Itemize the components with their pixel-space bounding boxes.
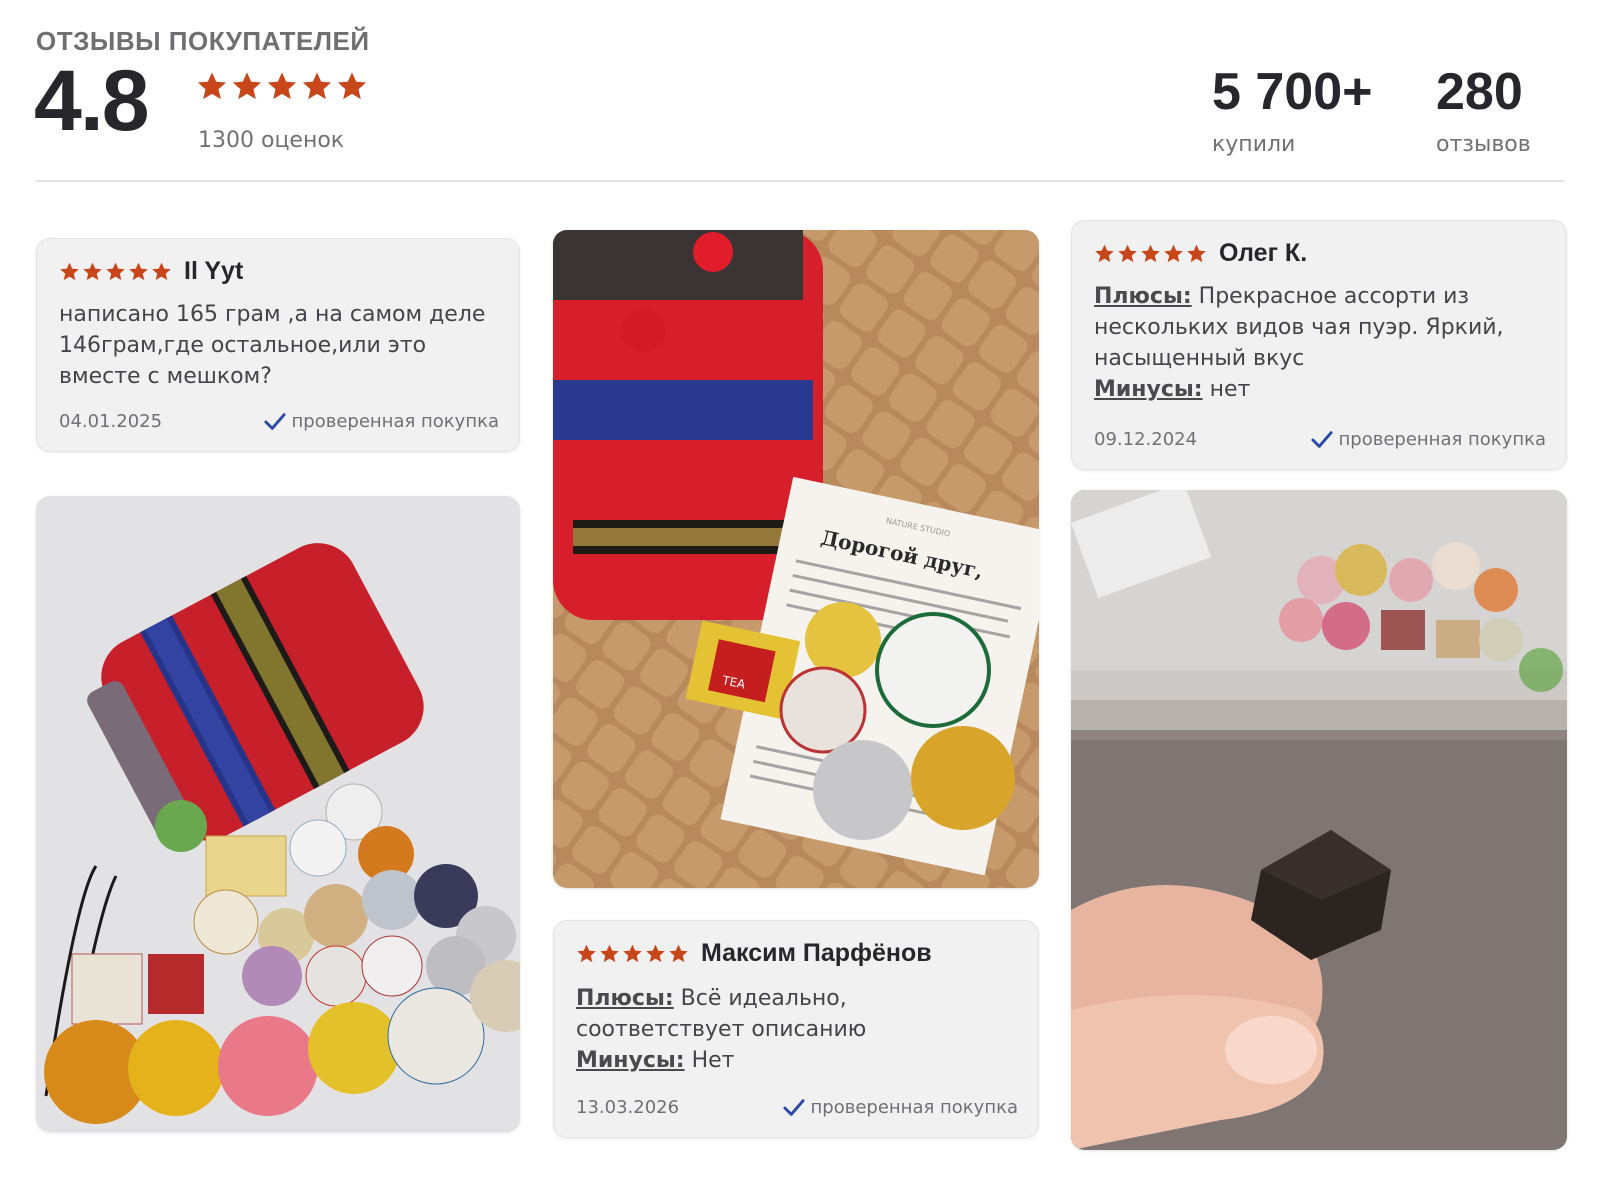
star-icon: [1186, 243, 1207, 264]
review-author: Максим Парфёнов: [701, 939, 932, 967]
average-rating: 4.8: [34, 53, 150, 149]
star-icon: [645, 943, 666, 964]
header-divider: [36, 180, 1564, 182]
bought-label: купили: [1212, 132, 1296, 157]
star-icon: [151, 261, 172, 282]
verified-purchase-badge: проверенная покупка: [782, 1097, 1018, 1118]
verified-purchase-badge: проверенная покупка: [263, 411, 499, 432]
review-stars: [1094, 243, 1207, 264]
star-icon: [301, 70, 333, 102]
star-icon: [576, 943, 597, 964]
star-icon: [266, 70, 298, 102]
star-icon: [231, 70, 263, 102]
review-date: 04.01.2025: [59, 411, 163, 432]
star-icon: [668, 943, 689, 964]
pros-label: Плюсы:: [1094, 284, 1192, 309]
review-photo-tea-piece-in-hand[interactable]: [1071, 490, 1567, 1150]
verified-purchase-badge: проверенная покупка: [1310, 429, 1546, 450]
verified-purchase-label: проверенная покупка: [810, 1097, 1018, 1118]
ratings-count: 1300 оценок: [198, 128, 345, 153]
review-text: Плюсы: Всё идеально, соответствует описа…: [576, 983, 1018, 1076]
rating-stars: [196, 70, 368, 102]
star-icon: [105, 261, 126, 282]
checkmark-icon: [782, 1098, 805, 1118]
star-icon: [622, 943, 643, 964]
review-author: Олег К.: [1219, 239, 1308, 267]
star-icon: [1094, 243, 1115, 264]
star-icon: [128, 261, 149, 282]
star-icon: [599, 943, 620, 964]
review-author: Il Yyt: [184, 257, 244, 285]
bought-count: 5 700+: [1212, 63, 1373, 121]
review-text: написано 165 грам ,а на самом деле 146гр…: [59, 302, 486, 389]
bought-stat: 5 700+ купили: [1212, 66, 1373, 157]
verified-purchase-label: проверенная покупка: [291, 411, 499, 432]
reviews-label: отзывов: [1436, 132, 1531, 157]
cons-label: Минусы:: [1094, 377, 1203, 402]
star-icon: [1163, 243, 1184, 264]
review-photo-bag-and-tea-assortment[interactable]: [36, 496, 520, 1132]
pros-label: Плюсы:: [576, 986, 674, 1011]
star-icon: [82, 261, 103, 282]
star-icon: [59, 261, 80, 282]
cons-label: Минусы:: [576, 1048, 685, 1073]
reviews-count: 280: [1436, 63, 1523, 121]
review-card[interactable]: Максим Парфёнов Плюсы: Всё идеально, соо…: [553, 920, 1039, 1138]
cons-text: Нет: [691, 1048, 735, 1073]
star-icon: [1140, 243, 1161, 264]
review-photo-bag-with-note[interactable]: Дорогой друг, NATURE STUDIO TEA: [553, 230, 1039, 888]
review-date: 09.12.2024: [1094, 429, 1198, 450]
review-text: Плюсы: Прекрасное ассорти из нескольких …: [1094, 281, 1546, 405]
star-icon: [336, 70, 368, 102]
review-card[interactable]: Il Yyt написано 165 грам ,а на самом дел…: [36, 238, 520, 452]
star-icon: [196, 70, 228, 102]
checkmark-icon: [263, 412, 286, 432]
review-date: 13.03.2026: [576, 1097, 680, 1118]
star-icon: [1117, 243, 1138, 264]
review-stars: [59, 261, 172, 282]
reviews-stat: 280 отзывов: [1436, 66, 1531, 157]
cons-text: нет: [1209, 377, 1251, 402]
verified-purchase-label: проверенная покупка: [1338, 429, 1546, 450]
review-stars: [576, 943, 689, 964]
review-card[interactable]: Олег К. Плюсы: Прекрасное ассорти из нес…: [1071, 220, 1567, 470]
checkmark-icon: [1310, 430, 1333, 450]
